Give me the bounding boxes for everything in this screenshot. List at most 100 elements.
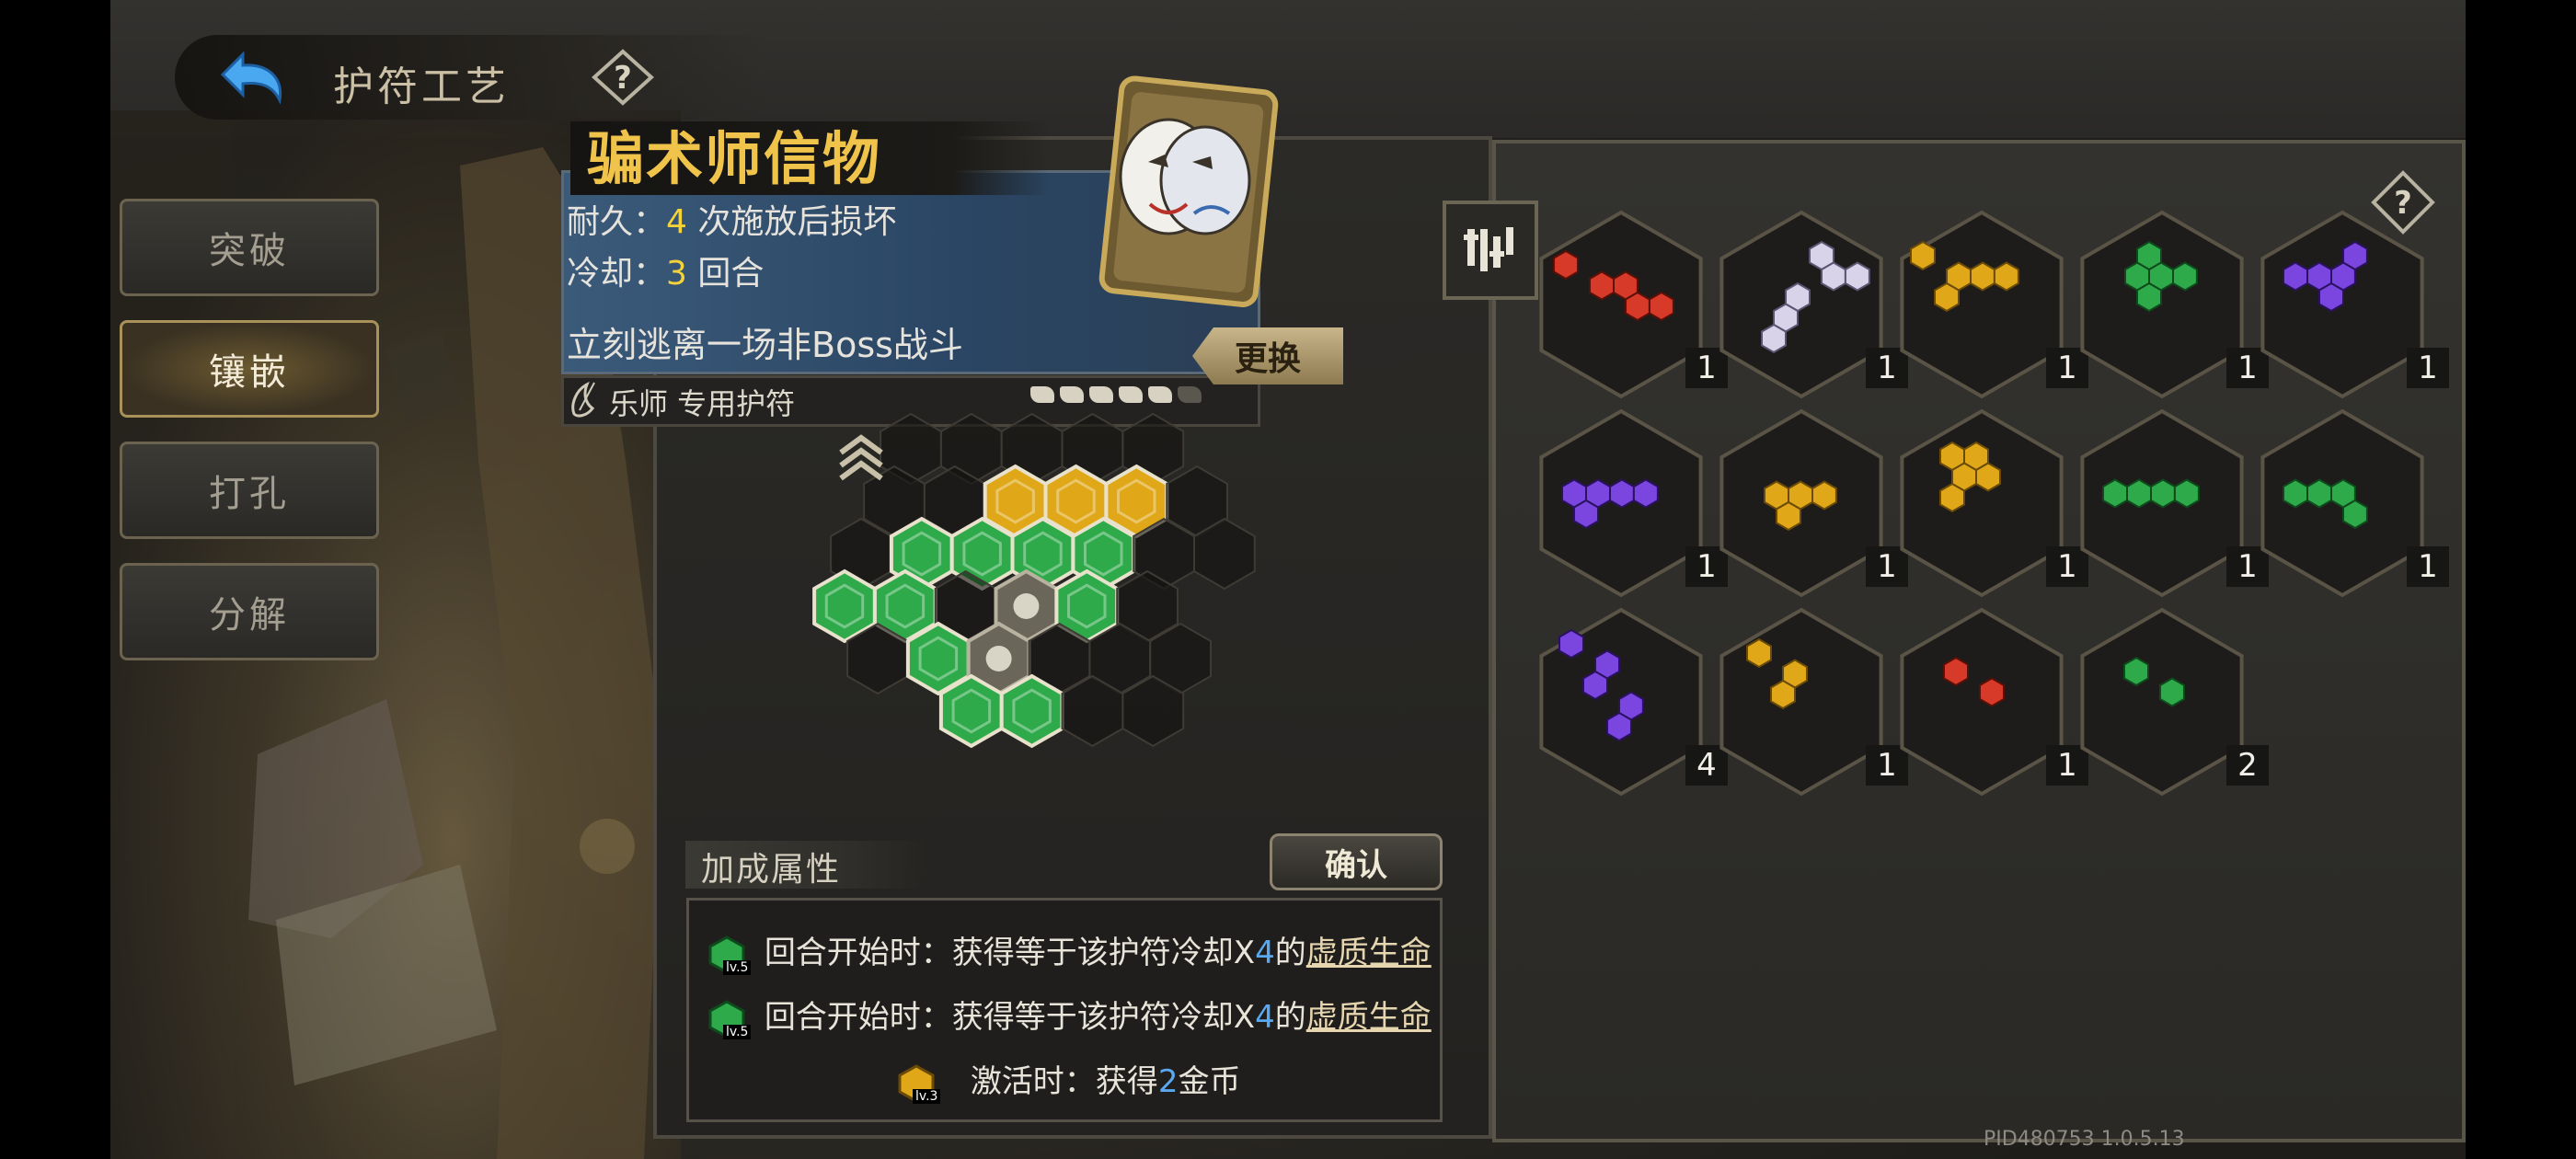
green-gem-piece [2342, 499, 2368, 530]
gem-slot-art [1539, 607, 1703, 797]
gem-slot-art [1719, 607, 1883, 797]
durability-pip-empty [1178, 386, 1202, 403]
green-gem-piece [2150, 478, 2176, 509]
menu-label: 突破 [209, 230, 290, 272]
bard-class-icon [565, 377, 607, 419]
red-gem-piece [1979, 677, 2005, 707]
gem-slot-green[interactable]: 1 [2079, 210, 2269, 399]
back-button[interactable] [208, 42, 296, 112]
gem-slot-gold[interactable]: 1 [1899, 408, 2088, 598]
svg-text:?: ? [614, 60, 632, 97]
gem-slot-red[interactable]: 1 [1538, 210, 1728, 399]
menu-decompose-button[interactable]: 分解 [120, 563, 379, 660]
gold-gem-piece [1975, 462, 2001, 492]
gem-level: lv.5 [723, 959, 752, 975]
purple-gem-piece [1582, 670, 1608, 701]
green-gem-piece [2126, 478, 2152, 509]
slot-frame [1900, 408, 2064, 598]
gem-count: 2 [2226, 745, 2269, 786]
item-effect: 立刻逃离一场非Boss战斗 [567, 325, 963, 365]
left-letterbox [0, 0, 110, 1159]
bonus-value: 4 [1255, 935, 1275, 971]
green-gem-socketed[interactable] [999, 673, 1064, 749]
red-gem-piece [1943, 656, 1969, 687]
back-arrow-icon [220, 51, 282, 105]
durability-pip-filled [1030, 386, 1054, 403]
item-name: 骗术师信物 [587, 125, 882, 192]
gem-slot-art [1539, 408, 1703, 598]
class-label: 乐师 专用护符 [609, 386, 796, 421]
help-icon: ? [592, 49, 654, 106]
menu-breakthrough-button[interactable]: 突破 [120, 199, 379, 296]
red-gem-piece [1589, 270, 1615, 301]
gem-slot-purple[interactable]: 1 [2260, 210, 2449, 399]
gem-count: 1 [2407, 348, 2449, 388]
slot-frame [2080, 607, 2244, 797]
gold-gem-icon: lv.3 [896, 1063, 960, 1104]
gem-slot-art [1900, 607, 2064, 797]
gem-slot-art [2260, 210, 2424, 399]
keyword-link[interactable]: 虚质生命 [1306, 935, 1432, 971]
gem-slot-purple[interactable]: 1 [1538, 408, 1728, 598]
gem-slot-red[interactable]: 1 [1899, 607, 2088, 797]
green-gem-piece [2283, 478, 2308, 509]
white-gem-piece [1821, 261, 1846, 292]
gold-gem-piece [1993, 261, 2019, 292]
gem-slot-gold[interactable]: 1 [1719, 408, 1908, 598]
swap-button[interactable]: 更换 [1192, 327, 1343, 384]
gem-slot-art [1719, 210, 1883, 399]
menu-label: 分解 [209, 594, 290, 637]
bonus-value: 4 [1255, 999, 1275, 1036]
confirm-button[interactable]: 确认 [1270, 833, 1443, 890]
bonus-line-2: lv.5 回合开始时：获得等于该护符冷却X4的虚质生命 [707, 992, 1432, 1039]
red-gem-piece [1553, 249, 1579, 281]
gem-slot-green[interactable]: 1 [2079, 408, 2269, 598]
green-gem-icon: lv.5 [707, 935, 754, 975]
build-version: PID480753 1.0.5.13 [1984, 1128, 2185, 1151]
green-gem-piece [2173, 478, 2200, 509]
green-gem-piece [2136, 281, 2162, 313]
cooldown-value: 3 [666, 255, 687, 293]
gem-slot-white[interactable]: 1 [1719, 210, 1908, 399]
keyword-link[interactable]: 虚质生命 [1306, 999, 1432, 1036]
purple-gem-piece [1573, 499, 1599, 530]
menu-inlay-button[interactable]: 镶嵌 [120, 320, 379, 418]
socket-glow [985, 646, 1012, 671]
bonus-mid: 的 [1274, 999, 1306, 1036]
gold-gem-piece [1811, 480, 1837, 511]
gem-slot-purple[interactable]: 4 [1538, 607, 1728, 797]
filter-button[interactable] [1443, 201, 1538, 300]
slot-frame [1539, 210, 1703, 399]
gem-slot-gold[interactable]: 1 [1899, 210, 2088, 399]
white-gem-piece [1844, 261, 1870, 292]
green-gem-piece [2123, 656, 2149, 687]
bonus-value: 2 [1157, 1063, 1179, 1100]
bonus-mid: 金币 [1178, 1063, 1241, 1100]
slot-frame [1719, 607, 1883, 797]
durability-pips [1030, 386, 1207, 407]
purple-gem-piece [1632, 478, 1659, 509]
page-title: 护符工艺 [333, 63, 510, 110]
bonus-text: 回合开始时：获得等于该护符冷却X [764, 935, 1256, 971]
gem-slot-green[interactable]: 1 [2260, 408, 2449, 598]
green-gem-socketed[interactable] [938, 673, 1004, 749]
help-button[interactable]: ? [589, 48, 657, 107]
gold-gem-piece [1776, 500, 1801, 532]
level-chevron-icon [839, 460, 883, 481]
socket-grid [810, 412, 1325, 872]
durability-value: 4 [666, 203, 687, 241]
filter-icon [1464, 227, 1513, 271]
menu-punch-button[interactable]: 打孔 [120, 442, 379, 539]
gem-slot-green[interactable]: 2 [2079, 607, 2269, 797]
cooldown-label: 冷却： [567, 255, 667, 293]
gem-slot-gold[interactable]: 1 [1719, 607, 1908, 797]
gem-slot-art [2080, 408, 2244, 598]
gem-slot-art [1900, 408, 2064, 598]
gem-level: lv.5 [723, 1024, 752, 1039]
red-gem-piece [1625, 291, 1650, 322]
green-gem-piece [2306, 478, 2332, 509]
gem-slot-art [1719, 408, 1883, 598]
purple-gem-piece [2283, 261, 2308, 292]
durability-label: 耐久： [567, 203, 667, 241]
trickster-token-image [1091, 66, 1282, 315]
